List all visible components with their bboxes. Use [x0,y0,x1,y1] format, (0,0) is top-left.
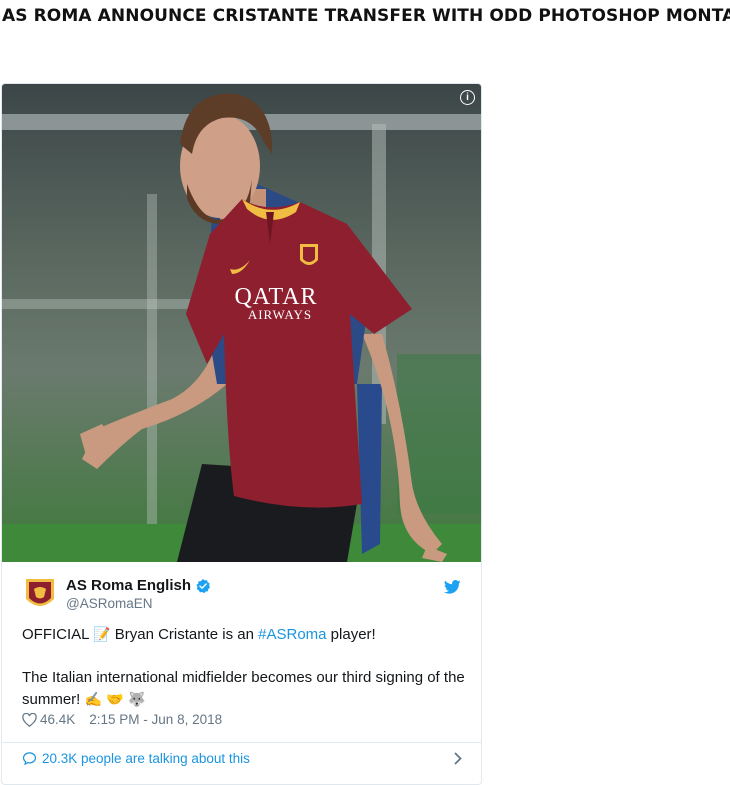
tweet-photo[interactable]: QATAR AIRWAYS i [2,84,481,562]
author-display-name: AS Roma English [66,577,192,594]
tweet-paragraph-1: OFFICIAL 📝 Bryan Cristante is an #ASRoma… [22,624,472,646]
tweet-author[interactable]: AS Roma English @ASRomaEN [24,577,211,613]
like-count[interactable]: 46.4K [40,712,75,727]
people-talking-link[interactable]: 20.3K people are talking about this [22,751,462,766]
hashtag-asroma-link[interactable]: #ASRoma [258,626,326,643]
tweet-timestamp[interactable]: 2:15 PM - Jun 8, 2018 [89,712,222,727]
official-word: OFFICIAL [22,626,89,643]
tweet-text-before-hashtag: Bryan Cristante is an [114,626,259,643]
article-headline: AS ROMA ANNOUNCE CRISTANTE TRANSFER WITH… [2,6,730,26]
author-display-name-row[interactable]: AS Roma English [66,577,211,594]
author-handle[interactable]: @ASRomaEN [66,596,211,611]
shirt-sponsor-line2: AIRWAYS [248,307,312,322]
embedded-tweet[interactable]: QATAR AIRWAYS i AS Roma English @ASRomaE… [1,83,482,785]
tweet-text-after-hashtag: player! [326,626,376,643]
twitter-bird-icon[interactable] [444,580,461,594]
people-talking-text: 20.3K people are talking about this [42,751,250,766]
tweet-meta: 46.4K 2:15 PM - Jun 8, 2018 [22,712,222,727]
verified-badge-icon [196,578,211,593]
tweet-text: OFFICIAL 📝 Bryan Cristante is an #ASRoma… [22,624,472,711]
heart-icon[interactable] [22,712,37,727]
memo-emoji-icon: 📝 [93,627,111,643]
as-roma-crest-avatar[interactable] [24,577,56,613]
player-montage-image: QATAR AIRWAYS [2,93,481,562]
info-icon[interactable]: i [460,90,475,105]
tweet-paragraph-2: The Italian international midfielder bec… [22,667,472,711]
tweet-divider [2,742,481,743]
chevron-right-icon [454,752,462,765]
speech-bubble-icon [22,752,37,766]
signing-emojis: ✍️ 🤝 🐺 [84,692,146,708]
